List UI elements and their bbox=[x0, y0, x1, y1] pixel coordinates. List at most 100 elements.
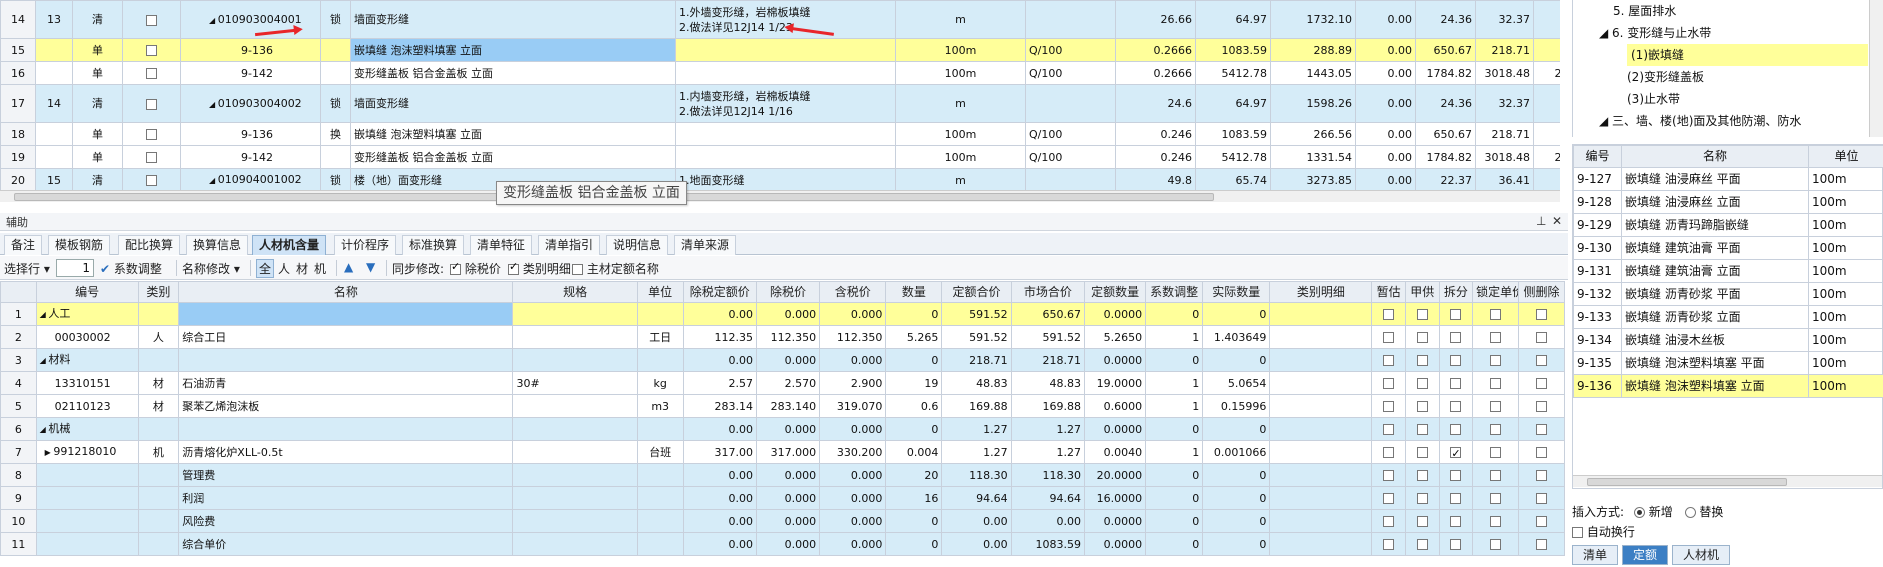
cell-price-excl-tax[interactable]: 112.350 bbox=[755, 325, 821, 349]
checkbox-icon[interactable] bbox=[1490, 470, 1502, 481]
checkbox-icon[interactable] bbox=[1535, 493, 1547, 504]
resource-header-5[interactable]: 单位 bbox=[636, 281, 684, 303]
cell-row-number[interactable]: 5 bbox=[0, 394, 37, 418]
cell-split[interactable] bbox=[1438, 463, 1474, 487]
cell-quota-total[interactable]: 0.00 bbox=[941, 532, 1012, 556]
cell-bill-description[interactable]: 1.内墙变形缝，岩棉板填缝 2.做法详见12J14 1/16 bbox=[675, 84, 896, 123]
resource-row[interactable]: 7 ▶ 991218010 机沥青熔化炉XLL-0.5t 台班 317.00 317.00… bbox=[0, 440, 1565, 464]
filter-all-button[interactable]: 全 bbox=[256, 259, 275, 278]
resource-row[interactable]: 6 ◢ 机械 0.00 0.000 0.000 0 1.27 1.27 0.0000 0 0 bbox=[0, 417, 1565, 441]
checkbox-icon[interactable] bbox=[1535, 447, 1547, 458]
cell-unit-price[interactable]: 64.97 bbox=[1195, 0, 1271, 39]
cell-market-total[interactable]: 94.64 bbox=[1010, 486, 1086, 510]
filter-material-button[interactable]: 材 bbox=[296, 260, 308, 277]
cell-delete[interactable] bbox=[1517, 509, 1565, 533]
cell-col-b[interactable]: 22.37 bbox=[1415, 168, 1476, 190]
resource-header-1[interactable]: 编号 bbox=[35, 281, 139, 303]
cell-col-b[interactable]: 1784.82 bbox=[1415, 61, 1476, 85]
quota-name[interactable]: 嵌填缝 沥青砂浆 立面 bbox=[1621, 305, 1809, 329]
cell-row-type[interactable]: 单 bbox=[72, 61, 123, 85]
checkbox-icon[interactable] bbox=[1383, 401, 1395, 412]
chk-category-checkbox[interactable]: 类别明细 bbox=[508, 260, 571, 277]
cell-price-excl-tax-quota[interactable]: 2.57 bbox=[682, 371, 757, 395]
cell-unit[interactable]: 100m bbox=[895, 145, 1026, 169]
cell-unit-price[interactable]: 64.97 bbox=[1195, 84, 1271, 123]
cell-col-d[interactable]: 1.27 bbox=[1533, 122, 1560, 146]
cell-owner-supplied[interactable] bbox=[1404, 463, 1440, 487]
cell-quota-qty[interactable]: 20.0000 bbox=[1084, 463, 1147, 487]
cell-bill-name[interactable]: 变形缝盖板 铝合金盖板 立面 bbox=[350, 145, 676, 169]
cell-price-excl-tax-quota[interactable]: 317.00 bbox=[682, 440, 757, 464]
checkbox-icon[interactable] bbox=[1450, 424, 1462, 435]
collapse-triangle-icon[interactable]: ◢ bbox=[209, 16, 218, 25]
quota-list-row[interactable]: 9-127 嵌填缝 油浸麻丝 平面 100m bbox=[1573, 167, 1883, 191]
cell-bill-description[interactable]: 1.地面变形缝 bbox=[675, 168, 896, 190]
filter-labor-button[interactable]: 人 bbox=[278, 260, 290, 277]
quota-list-row[interactable]: 9-128 嵌填缝 油浸麻丝 立面 100m bbox=[1573, 190, 1883, 214]
checkbox-icon[interactable] bbox=[1490, 332, 1502, 343]
checkbox-icon[interactable] bbox=[1416, 401, 1428, 412]
checkbox-checked-icon[interactable] bbox=[1450, 443, 1462, 463]
cell-resource-unit[interactable] bbox=[636, 486, 684, 510]
checkbox-icon[interactable] bbox=[1416, 378, 1428, 389]
cell-lock-price[interactable] bbox=[1472, 440, 1519, 464]
checkbox-icon[interactable] bbox=[1416, 355, 1428, 366]
quota-name[interactable]: 嵌填缝 建筑油膏 立面 bbox=[1621, 259, 1809, 283]
cell-price-incl-tax[interactable]: 0.000 bbox=[819, 348, 887, 372]
cell-category-detail[interactable] bbox=[1269, 509, 1373, 533]
resource-header-4[interactable]: 规格 bbox=[512, 281, 638, 303]
resource-row[interactable]: 1 ◢ 人工 0.00 0.000 0.000 0 591.52 650.67 0.0000 0 0 bbox=[0, 302, 1565, 326]
cell-resource-unit[interactable] bbox=[636, 463, 684, 487]
cell-unit-price[interactable]: 65.74 bbox=[1195, 168, 1271, 190]
cell-total[interactable]: 3273.85 bbox=[1270, 168, 1356, 190]
cell-coef-adjust[interactable]: 1 bbox=[1145, 394, 1204, 418]
cell-col-d[interactable]: 0.26 bbox=[1533, 0, 1560, 39]
cell-quantity[interactable]: 0 bbox=[885, 509, 943, 533]
checkbox-icon[interactable] bbox=[1416, 539, 1428, 550]
cell-resource-unit[interactable] bbox=[636, 348, 684, 372]
tab-resource-content[interactable]: 人材机含量 bbox=[252, 235, 327, 255]
resource-row[interactable]: 3 ◢ 材料 0.00 0.000 0.000 0 218.71 218.71 0.0000 0 0 bbox=[0, 348, 1565, 372]
cell-row-number[interactable]: 20 bbox=[0, 168, 36, 190]
checkbox-icon[interactable] bbox=[1490, 447, 1502, 458]
cell-resource-unit[interactable]: m3 bbox=[636, 394, 684, 418]
cell-resource-unit[interactable] bbox=[636, 417, 684, 441]
cell-check[interactable] bbox=[122, 145, 181, 169]
quota-code[interactable]: 9-131 bbox=[1573, 259, 1622, 283]
tree-item[interactable]: (2)变形缝盖板 bbox=[1627, 66, 1704, 88]
cell-quota-total[interactable]: 591.52 bbox=[941, 325, 1012, 349]
cell-coef-adjust[interactable]: 0 bbox=[1145, 463, 1204, 487]
cell-resource-unit[interactable] bbox=[636, 532, 684, 556]
cell-actual-qty[interactable]: 0 bbox=[1202, 509, 1271, 533]
quota-code[interactable]: 9-130 bbox=[1573, 236, 1622, 260]
cell-row-number[interactable]: 8 bbox=[0, 463, 37, 487]
cell-bill-code[interactable]: ◢ 010903004002 bbox=[180, 84, 321, 123]
cell-quota-total[interactable]: 94.64 bbox=[941, 486, 1012, 510]
checkbox-icon[interactable] bbox=[1450, 309, 1462, 320]
quota-unit[interactable]: 100m bbox=[1808, 190, 1883, 214]
resource-header-19[interactable]: 锁定单价 bbox=[1472, 281, 1519, 303]
cell-resource-spec[interactable] bbox=[512, 325, 638, 349]
checkbox-icon[interactable] bbox=[1416, 424, 1428, 435]
cell-calc-base[interactable]: Q/100 bbox=[1025, 61, 1116, 85]
cell-market-total[interactable]: 650.67 bbox=[1010, 302, 1086, 326]
quota-name[interactable]: 嵌填缝 沥青砂浆 平面 bbox=[1621, 282, 1809, 306]
checkbox-icon[interactable] bbox=[1416, 493, 1428, 504]
checkbox-icon[interactable] bbox=[1416, 332, 1428, 343]
cell-quantity[interactable]: 0.004 bbox=[885, 440, 943, 464]
cell-resource-spec[interactable] bbox=[512, 348, 638, 372]
resource-header-10[interactable]: 定额合价 bbox=[941, 281, 1012, 303]
cell-delete[interactable] bbox=[1517, 348, 1565, 372]
cell-bill-name[interactable]: 墙面变形缝 bbox=[350, 0, 676, 39]
radio-replace[interactable]: 替换 bbox=[1684, 505, 1723, 519]
cell-split[interactable] bbox=[1438, 509, 1474, 533]
cell-col-a[interactable]: 0.00 bbox=[1355, 61, 1416, 85]
cell-resource-type[interactable] bbox=[137, 348, 180, 372]
cell-check[interactable] bbox=[122, 38, 181, 62]
cell-col-c[interactable]: 3018.48 bbox=[1475, 145, 1534, 169]
resource-header-13[interactable]: 系数调整 bbox=[1145, 281, 1204, 303]
quota-name[interactable]: 嵌填缝 油浸麻丝 立面 bbox=[1621, 190, 1809, 214]
quota-col-name-header[interactable]: 名称 bbox=[1621, 145, 1809, 168]
cell-col-a[interactable]: 0.00 bbox=[1355, 145, 1416, 169]
cell-resource-name[interactable]: 综合工日 bbox=[178, 325, 514, 349]
